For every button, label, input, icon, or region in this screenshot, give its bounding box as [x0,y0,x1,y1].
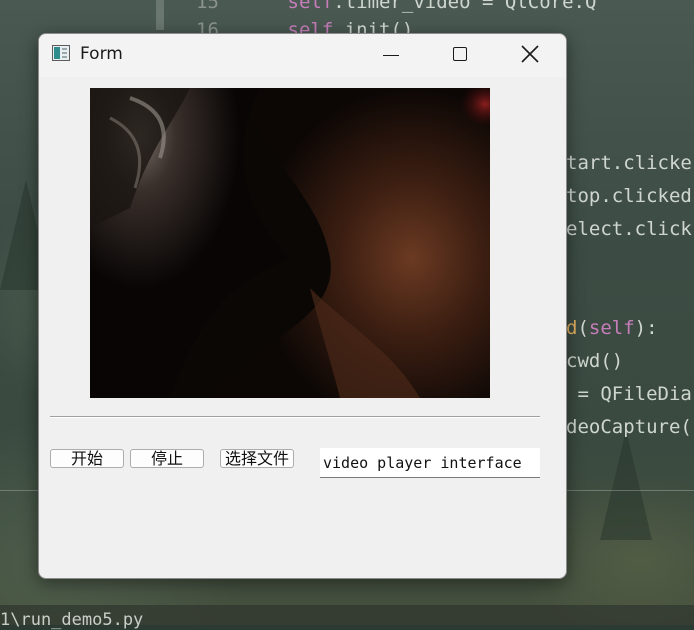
minimize-icon [383,55,399,56]
background-tree-decoration [600,430,652,540]
close-icon [521,45,539,63]
terminal-text: 1\run_demo5.py [0,610,144,630]
window-titlebar[interactable]: Form [39,34,566,77]
code-line: d(self): [566,317,658,339]
form-window[interactable]: Form 开始 停止 选择文件 video player interface [38,33,567,579]
code-line: 15 self.timer_video = QtCore.Q [196,0,597,13]
video-frame-image [90,88,490,398]
file-path-field[interactable]: video player interface [320,448,540,478]
start-button[interactable]: 开始 [50,449,124,468]
close-button[interactable] [495,34,565,77]
select-file-button[interactable]: 选择文件 [220,449,294,468]
code-line: cwd() [566,350,624,372]
maximize-button[interactable] [425,34,495,77]
horizontal-separator [50,416,540,418]
code-line: elect.click [566,218,692,240]
code-line: top.clicked [566,185,692,207]
code-line: tart.clicke [566,152,692,174]
maximize-icon [453,47,467,61]
minimize-button[interactable] [357,34,427,77]
video-display [90,88,490,398]
code-line: = QFileDia [566,383,692,405]
editor-scrollbar [156,0,164,30]
code-line: deoCapture( [566,416,692,438]
window-title: Form [80,44,123,64]
stop-button[interactable]: 停止 [130,449,204,468]
app-form-icon [52,45,70,61]
